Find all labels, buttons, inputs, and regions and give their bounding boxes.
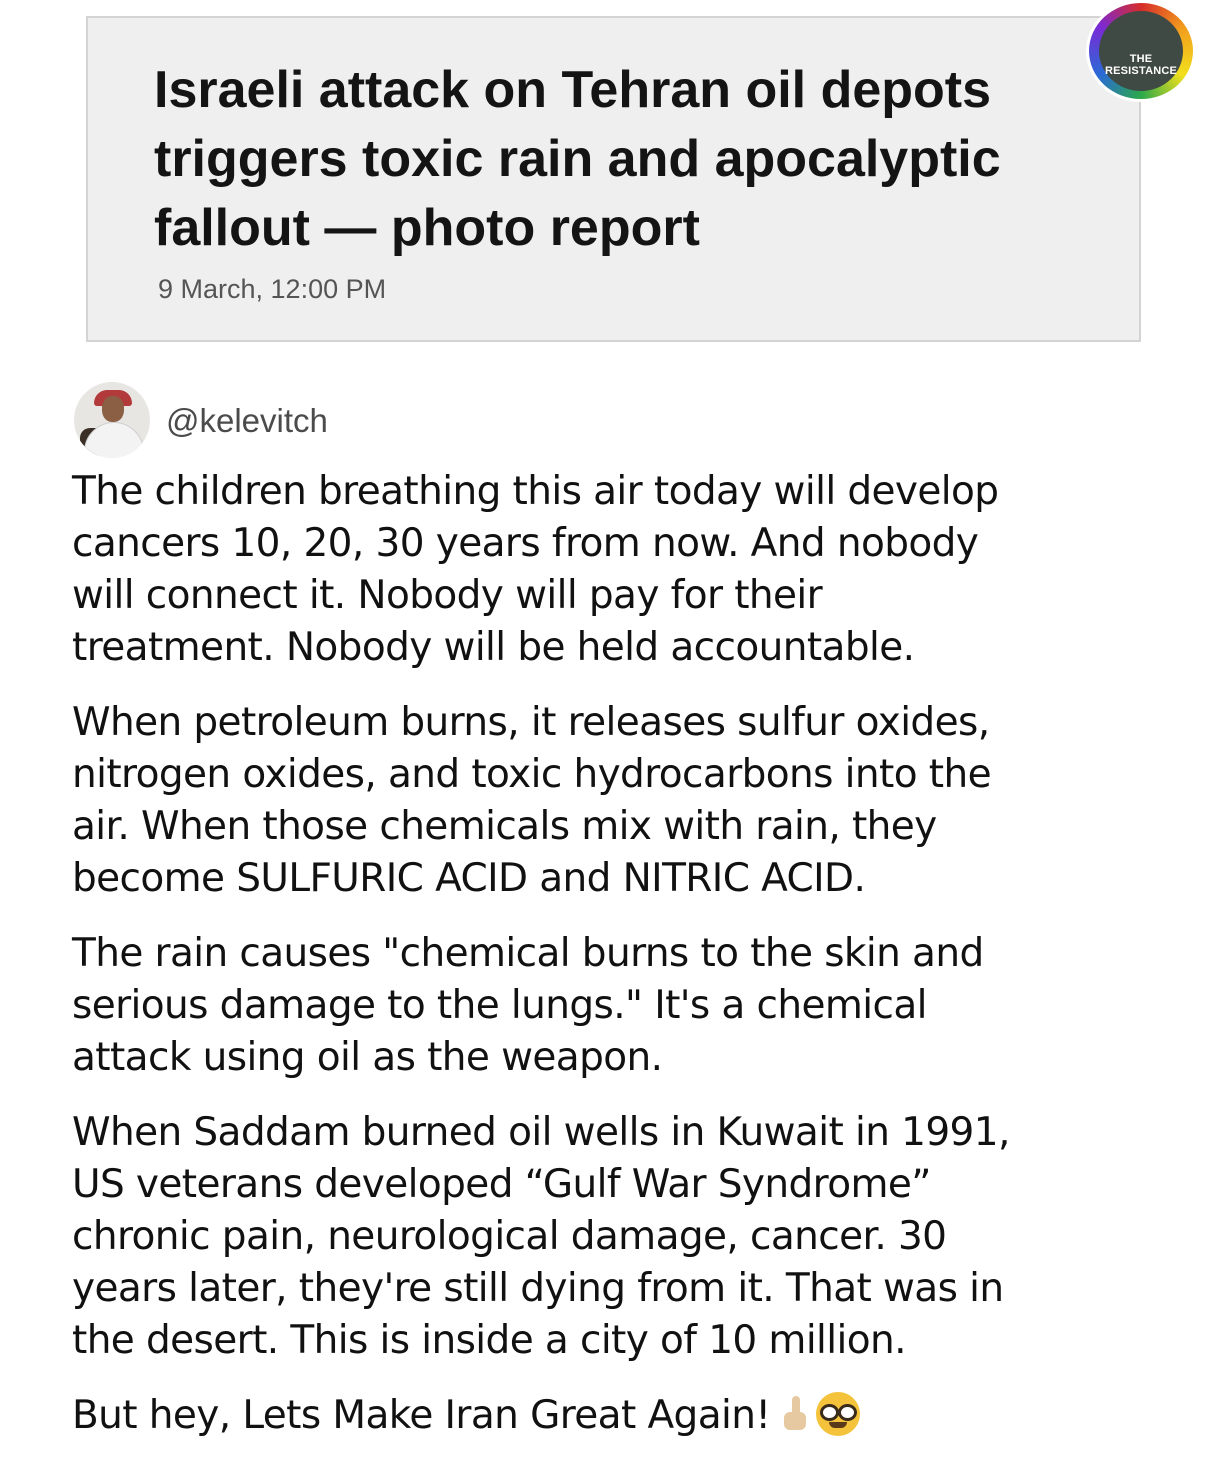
user-handle[interactable]: @kelevitch	[166, 402, 328, 440]
post-paragraph: When petroleum burns, it releases sulfur…	[72, 697, 1172, 905]
avatar-face	[102, 396, 124, 422]
text-line: nitrogen oxides, and toxic hydrocarbons …	[72, 752, 992, 797]
text-line: the desert. This is inside a city of 10 …	[72, 1318, 907, 1363]
logo-text: THE RESISTANCE	[1089, 53, 1193, 77]
text-line: When Saddam burned oil wells in Kuwait i…	[72, 1110, 1010, 1155]
post-closing: But hey, Lets Make Iran Great Again!	[72, 1390, 1172, 1442]
text-line: The children breathing this air today wi…	[72, 469, 999, 514]
avatar[interactable]	[74, 382, 150, 458]
post-body: The children breathing this air today wi…	[72, 466, 1172, 1465]
logo-text-line: THE	[1129, 53, 1153, 65]
article-timestamp: 9 March, 12:00 PM	[158, 274, 387, 304]
text-line: air. When those chemicals mix with rain,…	[72, 804, 937, 849]
headline-line: triggers toxic rain and apocalyptic	[154, 130, 1001, 188]
nerd-face-icon	[816, 1392, 861, 1436]
logo-face-image	[1099, 11, 1183, 91]
post-paragraph: When Saddam burned oil wells in Kuwait i…	[72, 1107, 1172, 1367]
text-line: The rain causes "chemical burns to the s…	[72, 931, 984, 976]
headline-line: Israeli attack on Tehran oil depots	[154, 61, 992, 119]
article-preview-card[interactable]: Israeli attack on Tehran oil depots trig…	[86, 16, 1141, 342]
text-line: will connect it. Nobody will pay for the…	[72, 573, 823, 618]
text-line: attack using oil as the weapon.	[72, 1035, 663, 1080]
post-paragraph: The rain causes "chemical burns to the s…	[72, 928, 1172, 1084]
logo-text-line: RESISTANCE	[1104, 65, 1178, 77]
text-line: become SULFURIC ACID and NITRIC ACID.	[72, 856, 866, 901]
index-pointing-up-icon	[780, 1394, 810, 1434]
text-line: chronic pain, neurological damage, cance…	[72, 1214, 947, 1259]
article-headline[interactable]: Israeli attack on Tehran oil depots trig…	[154, 56, 1114, 263]
text-line: cancers 10, 20, 30 years from now. And n…	[72, 521, 979, 566]
post-paragraph: The children breathing this air today wi…	[72, 466, 1172, 674]
text-line: serious damage to the lungs." It's a che…	[72, 983, 927, 1028]
text-line: US veterans developed “Gulf War Syndrome…	[72, 1162, 932, 1207]
headline-line: fallout — photo report	[154, 199, 700, 257]
text-line: years later, they're still dying from it…	[72, 1266, 1004, 1311]
text-line: When petroleum burns, it releases sulfur…	[72, 700, 990, 745]
text-line: treatment. Nobody will be held accountab…	[72, 625, 915, 670]
closing-line: But hey, Lets Make Iran Great Again!	[72, 1393, 771, 1438]
resistance-logo: THE RESISTANCE	[1086, 0, 1196, 102]
